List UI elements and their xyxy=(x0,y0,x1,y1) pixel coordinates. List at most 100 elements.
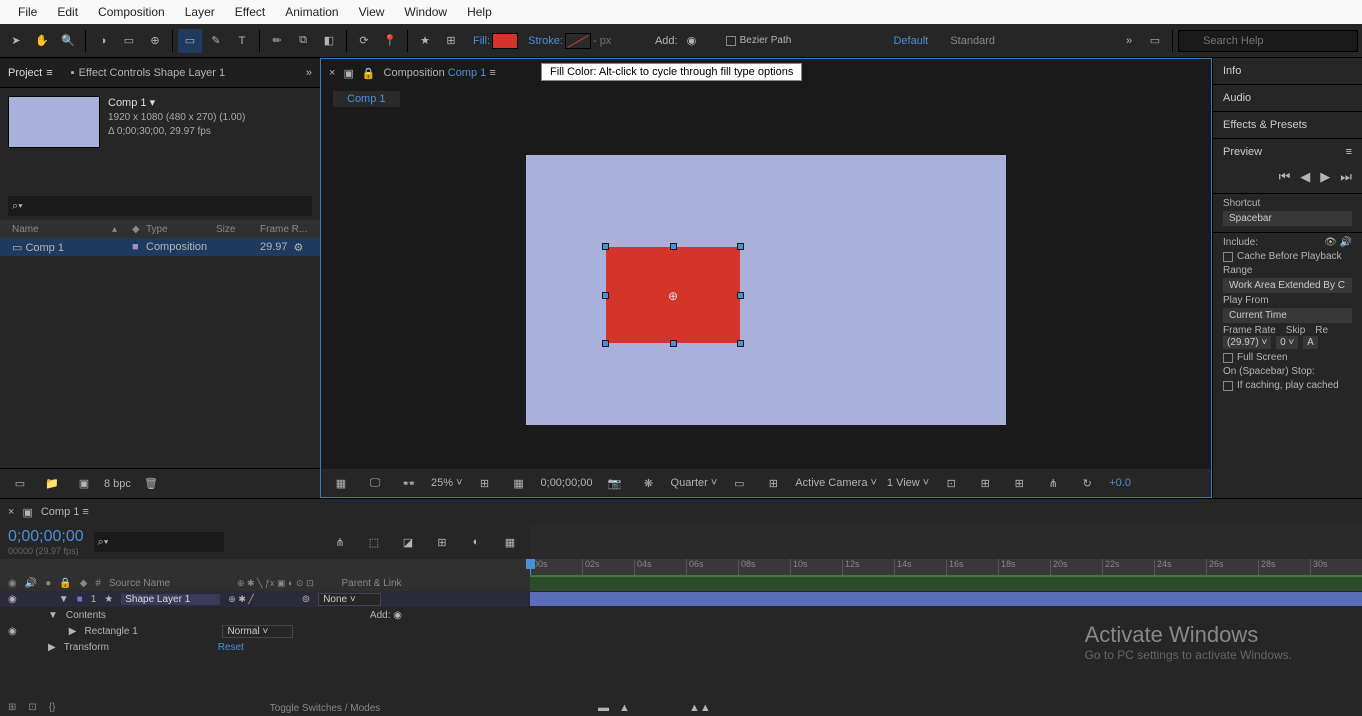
menu-layer[interactable]: Layer xyxy=(175,2,225,22)
project-item-comp1[interactable]: ▭ Comp 1 ■ Composition 29.97 ⚙ xyxy=(0,238,320,256)
handle-br[interactable] xyxy=(737,340,744,347)
snapshot-icon[interactable]: 📷 xyxy=(603,471,627,495)
camera-tool-icon[interactable]: ▭ xyxy=(117,29,141,53)
blend-mode-dropdown[interactable]: Normal ˅ xyxy=(222,625,293,638)
region-icon[interactable]: ▭ xyxy=(727,471,751,495)
range-dropdown[interactable]: Work Area Extended By C xyxy=(1223,278,1352,293)
tab-effect-controls[interactable]: ▪ Effect Controls Shape Layer 1 xyxy=(71,67,225,79)
workspace-standard[interactable]: Standard xyxy=(950,35,995,47)
selection-tool-icon[interactable]: ➤ xyxy=(4,29,28,53)
layer-row[interactable]: ◉ ▼ ■ 1 ★ Shape Layer 1 ⊕ ✱ ╱ ⊚ None ˅ xyxy=(0,591,530,607)
eye-toggle-icon[interactable]: ◉ xyxy=(8,594,17,605)
comp-name[interactable]: Comp 1 ▾ xyxy=(108,96,245,111)
close-timeline-icon[interactable]: × xyxy=(8,506,14,518)
zoom-slider[interactable]: ▲ xyxy=(619,702,659,714)
eye-column-icon[interactable]: ◉ xyxy=(8,578,17,589)
panel-effects-presets[interactable]: Effects & Presets xyxy=(1213,112,1362,138)
reset-exposure-icon[interactable]: ↻ xyxy=(1075,471,1099,495)
pan-behind-tool-icon[interactable]: ⊕ xyxy=(143,29,167,53)
add-dropdown-icon[interactable]: ◉ xyxy=(680,29,704,53)
new-comp-icon[interactable]: ▣ xyxy=(72,472,96,496)
new-folder-icon[interactable]: 📁 xyxy=(40,472,64,496)
col-size[interactable]: Size xyxy=(216,224,260,235)
menu-effect[interactable]: Effect xyxy=(225,2,275,22)
composition-canvas[interactable]: ⊕ xyxy=(526,155,1006,425)
shortcut-dropdown[interactable]: Spacebar xyxy=(1223,211,1352,226)
twirl-right-icon[interactable]: ▶ xyxy=(69,626,77,637)
handle-bc[interactable] xyxy=(670,340,677,347)
col-type[interactable]: Type xyxy=(146,224,216,235)
layer-duration-bar[interactable] xyxy=(530,592,1362,606)
panel-icon[interactable]: ▭ xyxy=(1143,29,1167,53)
last-frame-icon[interactable]: ⏭ xyxy=(1340,169,1352,185)
fast-preview-icon[interactable]: ⊞ xyxy=(973,471,997,495)
twirl-right-icon[interactable]: ▶ xyxy=(48,642,56,653)
preview-menu-icon[interactable]: ≡ xyxy=(1346,146,1352,158)
lock-icon[interactable]: 🔒 xyxy=(362,67,376,80)
comp-subtab[interactable]: Comp 1 xyxy=(333,91,400,107)
project-search-input[interactable]: ⌕▾ xyxy=(8,196,312,216)
handle-mr[interactable] xyxy=(737,292,744,299)
toggle-switches-icon[interactable]: ⊡ xyxy=(28,702,36,713)
handle-bl[interactable] xyxy=(602,340,609,347)
camera-dropdown[interactable]: Active Camera ˅ xyxy=(795,477,877,489)
composition-viewer[interactable]: ⊕ xyxy=(321,111,1211,469)
play-icon[interactable]: ▶ xyxy=(1320,169,1330,185)
monitor-icon[interactable]: 🖵 xyxy=(363,471,387,495)
workspace-default[interactable]: Default xyxy=(893,35,928,47)
menu-composition[interactable]: Composition xyxy=(88,2,175,22)
audio-icon[interactable]: 🔊 xyxy=(1340,237,1352,248)
playfrom-dropdown[interactable]: Current Time xyxy=(1223,308,1352,323)
menu-animation[interactable]: Animation xyxy=(275,2,348,22)
twirl-icon[interactable]: ▼ xyxy=(59,594,69,605)
orbit-tool-icon[interactable]: ◑ xyxy=(91,29,115,53)
handle-tl[interactable] xyxy=(602,243,609,250)
render-queue-icon[interactable]: ⊞ xyxy=(8,702,16,713)
stroke-width-input[interactable] xyxy=(593,35,623,47)
res-dropdown[interactable]: A xyxy=(1303,336,1318,349)
flowchart-icon[interactable]: ⋔ xyxy=(1041,471,1065,495)
interpret-footage-icon[interactable]: ▭ xyxy=(8,472,32,496)
rectangle-row[interactable]: ◉ ▶ Rectangle 1 Normal ˅ xyxy=(0,623,530,639)
col-source-name[interactable]: Source Name xyxy=(109,578,229,589)
fill-label[interactable]: Fill: xyxy=(473,35,490,47)
rectangle-tool-icon[interactable]: ▭ xyxy=(178,29,202,53)
menu-window[interactable]: Window xyxy=(394,2,457,22)
close-tab-icon[interactable]: × xyxy=(329,67,335,79)
exposure-value[interactable]: +0.0 xyxy=(1109,477,1131,489)
roi-icon[interactable]: ⊞ xyxy=(473,471,497,495)
panel-overflow-icon[interactable]: » xyxy=(306,67,312,79)
menu-edit[interactable]: Edit xyxy=(47,2,88,22)
transparency-grid-icon[interactable]: ▦ xyxy=(507,471,531,495)
fill-color-swatch[interactable] xyxy=(492,33,518,49)
skip-dropdown[interactable]: 0 ˅ xyxy=(1276,336,1298,349)
motion-blur-icon[interactable]: ◐ xyxy=(464,530,488,554)
ifcaching-checkbox[interactable]: If caching, play cached xyxy=(1223,380,1352,391)
col-parent-link[interactable]: Parent & Link xyxy=(341,578,401,589)
zoom-in-icon[interactable]: ▲▲ xyxy=(689,702,711,714)
shy-icon[interactable]: ◪ xyxy=(396,530,420,554)
shape-rectangle[interactable]: ⊕ xyxy=(606,247,740,343)
view-dropdown[interactable]: 1 View ˅ xyxy=(887,477,929,489)
col-framerate[interactable]: Frame R... xyxy=(260,224,307,235)
comp-mini-flowchart-icon[interactable]: ⋔ xyxy=(328,530,352,554)
grid-icon[interactable]: ⊞ xyxy=(439,29,463,53)
cache-checkbox[interactable]: Cache Before Playback xyxy=(1223,251,1352,262)
time-ruler[interactable]: 00s02s04s06s08s10s12s14s16s18s20s22s24s2… xyxy=(530,559,1362,575)
roto-tool-icon[interactable]: ⟳ xyxy=(352,29,376,53)
stroke-label[interactable]: Stroke: xyxy=(528,35,563,47)
zoom-out-icon[interactable]: ▬ xyxy=(598,702,609,714)
guide-icon[interactable]: ⊞ xyxy=(761,471,785,495)
alpha-icon[interactable]: ▦ xyxy=(329,471,353,495)
layer-name[interactable]: Shape Layer 1 xyxy=(121,594,220,605)
draft3d-icon[interactable]: ⬚ xyxy=(362,530,386,554)
twirl-down-icon[interactable]: ▼ xyxy=(48,610,58,621)
overflow-icon[interactable]: » xyxy=(1117,29,1141,53)
label-column-icon[interactable]: ◆ xyxy=(80,578,88,589)
trash-icon[interactable]: 🗑 xyxy=(139,472,163,496)
anchor-point-icon[interactable]: ⊕ xyxy=(667,289,679,301)
stroke-color-swatch[interactable] xyxy=(565,33,591,49)
mask-icon[interactable]: 👓 xyxy=(397,471,421,495)
zoom-tool-icon[interactable]: 🔍 xyxy=(56,29,80,53)
col-name[interactable]: Name xyxy=(12,224,112,235)
